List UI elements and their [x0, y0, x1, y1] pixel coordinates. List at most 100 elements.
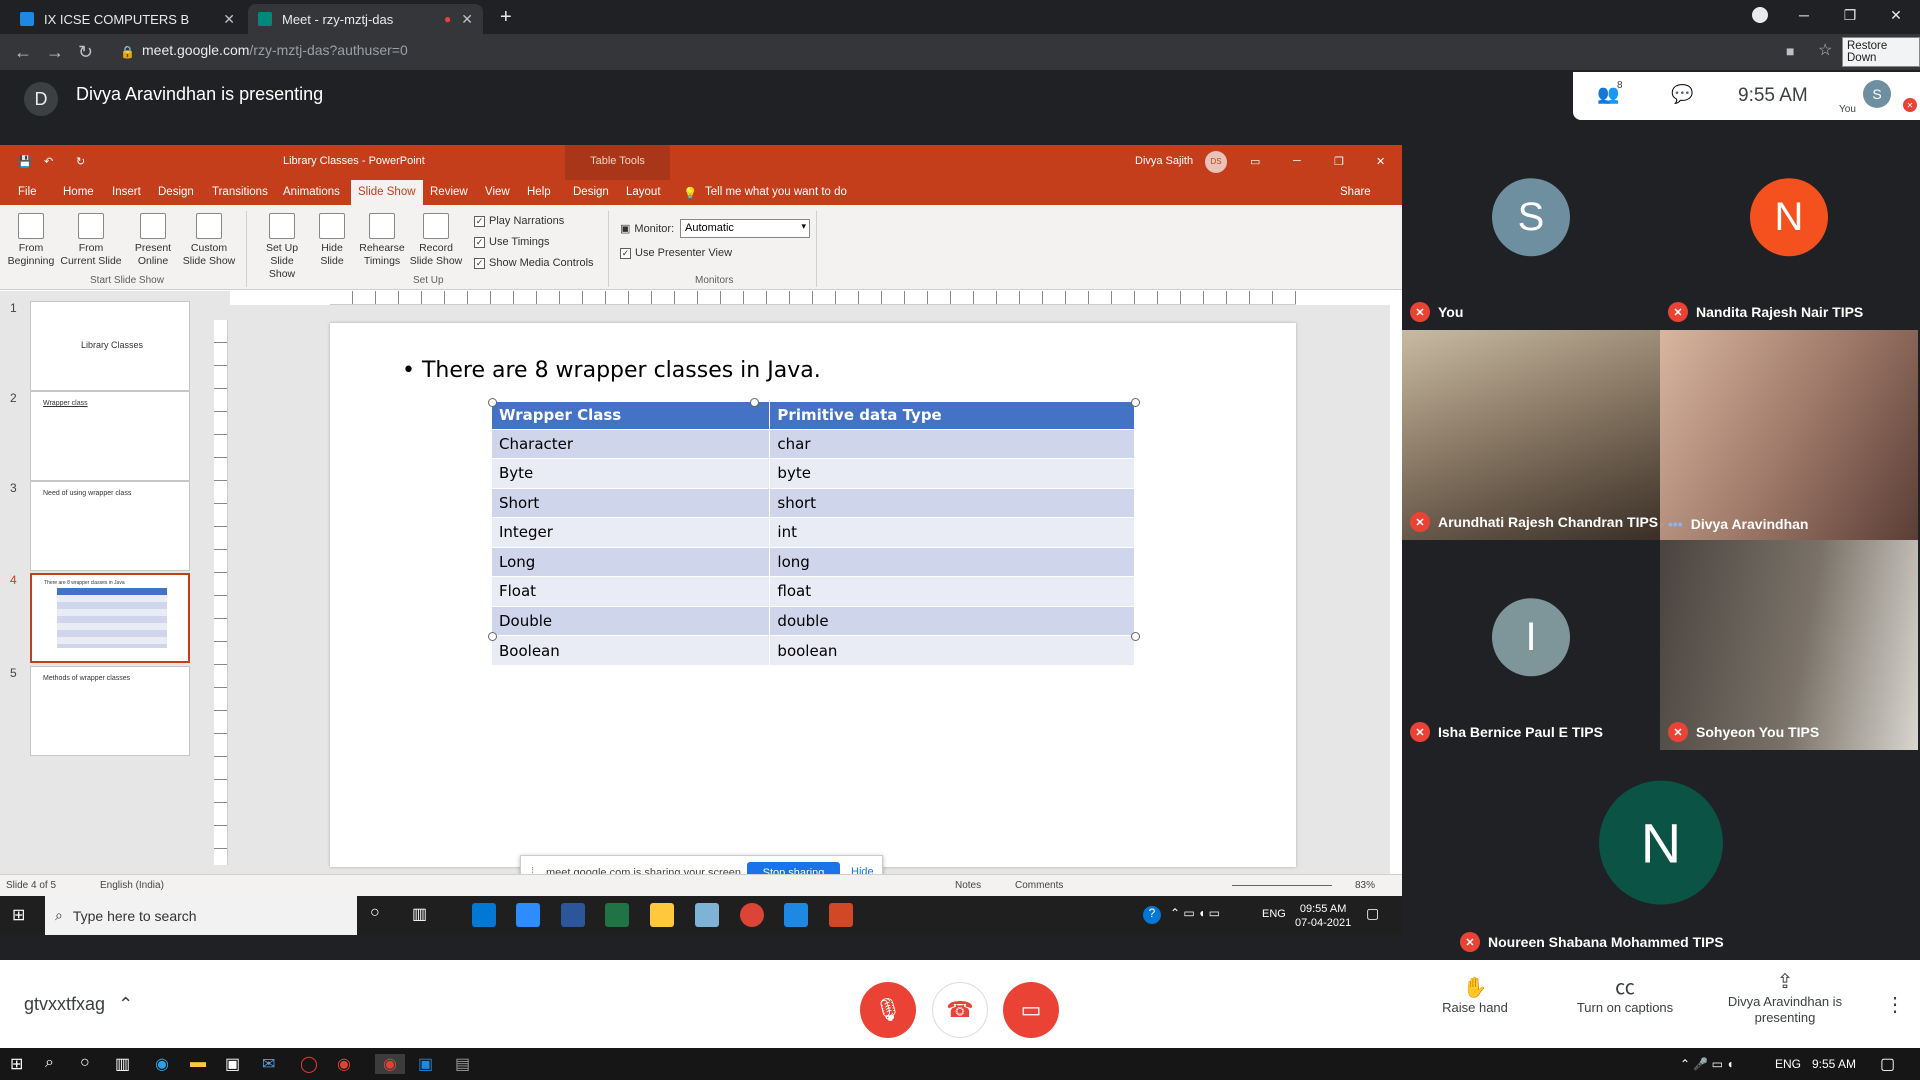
zoom-icon[interactable]	[516, 903, 540, 927]
close-window-button[interactable]: ✕	[1873, 0, 1919, 30]
chrome-icon[interactable]: ◉	[337, 1054, 351, 1074]
slide-canvas[interactable]: • There are 8 wrapper classes in Java. W…	[330, 323, 1296, 867]
show-media-checkbox[interactable]: ✓ Show Media Controls	[474, 257, 594, 269]
zoom-slider[interactable]	[1232, 885, 1332, 886]
share-button[interactable]: Share	[1340, 186, 1371, 198]
avatar[interactable]: S	[1863, 80, 1891, 108]
tab-search-icon[interactable]	[1752, 7, 1768, 23]
tab-insert[interactable]: Insert	[112, 186, 141, 198]
mail-icon[interactable]: ✉	[262, 1054, 275, 1074]
participant-tile[interactable]: I ✕ Isha Bernice Paul E TIPS	[1402, 540, 1660, 750]
word-icon[interactable]	[561, 903, 585, 927]
edge-icon[interactable]: ◉	[155, 1054, 169, 1074]
notes-button[interactable]: Notes	[955, 880, 981, 891]
slide-thumbnail[interactable]: Library Classes	[30, 301, 190, 391]
table-cell[interactable]: Double	[492, 605, 771, 636]
restore-button[interactable]: ❐	[1827, 0, 1873, 30]
powerpoint-icon[interactable]	[829, 903, 853, 927]
mic-toggle-button[interactable]: 🎙	[860, 982, 916, 1038]
tab-slide-show[interactable]: Slide Show	[351, 180, 423, 205]
table-cell[interactable]: Integer	[492, 517, 771, 547]
participant-tile[interactable]: N ✕ Noureen Shabana Mohammed TIPS	[1452, 750, 1870, 960]
tab-view[interactable]: View	[485, 186, 510, 198]
tray-icons[interactable]: ⌃ ▭ ◖ ▭	[1170, 906, 1220, 920]
chrome-active-icon[interactable]: ◉	[375, 1054, 405, 1074]
task-view-icon[interactable]: ▥	[412, 904, 427, 924]
participant-tile[interactable]: N ✕ Nandita Rajesh Nair TIPS	[1660, 120, 1918, 330]
tab-meet[interactable]: Meet - rzy-mztj-das ● ✕	[248, 4, 483, 34]
table-cell[interactable]: boolean	[769, 635, 1135, 665]
table-header[interactable]: Primitive data Type	[769, 402, 1135, 429]
table-cell[interactable]: char	[769, 428, 1135, 459]
save-icon[interactable]: 💾	[18, 155, 32, 168]
tab-design[interactable]: Design	[158, 186, 194, 198]
tab-file[interactable]: File	[18, 186, 37, 198]
table-cell[interactable]: long	[769, 546, 1135, 577]
table-cell[interactable]: byte	[769, 458, 1135, 488]
table-cell[interactable]: double	[769, 605, 1135, 636]
task-view-icon[interactable]: ▥	[115, 1054, 130, 1074]
tab-transitions[interactable]: Transitions	[212, 186, 268, 198]
taskbar-clock[interactable]: 09:55 AM 07-04-2021	[1295, 902, 1351, 930]
photos-icon[interactable]: ▣	[418, 1054, 433, 1074]
slide-thumbnail[interactable]: Wrapper class	[30, 391, 190, 481]
comments-button[interactable]: Comments	[1015, 880, 1063, 891]
tab-help[interactable]: Help	[527, 186, 551, 198]
back-icon[interactable]: ←	[14, 42, 32, 63]
zoom-level[interactable]: 83%	[1355, 880, 1375, 891]
host-lang[interactable]: ENG	[1775, 1057, 1801, 1071]
windows-start-icon[interactable]: ⊞	[10, 1054, 23, 1074]
from-beginning-button[interactable]: From Beginning	[6, 213, 56, 268]
user-name[interactable]: Divya Sajith	[1135, 155, 1193, 167]
participant-tile[interactable]: ••• Divya Aravindhan	[1660, 330, 1918, 540]
file-explorer-icon[interactable]: ▬	[190, 1054, 206, 1072]
table-header[interactable]: Wrapper Class	[492, 402, 771, 429]
leave-call-button[interactable]: ☎	[932, 982, 988, 1038]
chrome-icon[interactable]	[740, 903, 764, 927]
search-icon[interactable]: ⌕	[45, 1054, 54, 1072]
slide-thumbnail[interactable]: Need of using wrapper class	[30, 481, 190, 571]
presenter-view-checkbox[interactable]: ✓ Use Presenter View	[620, 247, 732, 259]
restore-button[interactable]: ❐	[1334, 155, 1344, 168]
close-icon[interactable]: ✕	[223, 11, 235, 28]
participant-tile[interactable]: ✕ Arundhati Rajesh Chandran TIPS	[1402, 330, 1660, 540]
close-icon[interactable]: ✕	[461, 11, 473, 28]
participant-tile[interactable]: ✕ Sohyeon You TIPS	[1660, 540, 1918, 750]
windows-start-icon[interactable]: ⊞	[12, 905, 25, 925]
table-cell[interactable]: Long	[492, 546, 771, 577]
notification-icon[interactable]: ▢	[1880, 1054, 1895, 1074]
from-current-button[interactable]: From Current Slide	[60, 213, 122, 268]
table-cell[interactable]: Character	[492, 428, 771, 459]
host-clock[interactable]: 9:55 AM	[1812, 1057, 1856, 1071]
help-icon[interactable]: ?	[1143, 906, 1161, 924]
record-button[interactable]: Record Slide Show	[408, 213, 464, 268]
taskbar-search[interactable]: ⌕ Type here to search	[45, 896, 357, 935]
raise-hand-button[interactable]: ✋ Raise hand	[1430, 978, 1520, 1016]
table-cell[interactable]: int	[769, 517, 1135, 547]
table-cell[interactable]: float	[769, 576, 1135, 606]
reload-icon[interactable]: ↻	[78, 42, 93, 63]
custom-show-button[interactable]: Custom Slide Show	[178, 213, 240, 268]
tab-home[interactable]: Home	[63, 186, 94, 198]
language[interactable]: English (India)	[100, 880, 164, 891]
resize-handle[interactable]	[488, 632, 497, 641]
resize-handle[interactable]	[1131, 398, 1140, 407]
close-button[interactable]: ✕	[1376, 155, 1385, 168]
more-options-icon[interactable]: ⋮	[1885, 992, 1905, 1017]
table-cell[interactable]: Short	[492, 487, 771, 518]
setup-show-button[interactable]: Set Up Slide Show	[256, 213, 308, 281]
slide-thumbnail[interactable]: Methods of wrapper classes	[30, 666, 190, 756]
notepad-icon[interactable]: ▤	[455, 1054, 470, 1074]
slide-thumbnail-active[interactable]: There are 8 wrapper classes in Java	[30, 573, 190, 663]
cortana-icon[interactable]: ○	[370, 904, 380, 922]
participant-tile[interactable]: S ✕ You	[1402, 120, 1660, 330]
opera-icon[interactable]: ◯	[300, 1054, 318, 1074]
minimize-button[interactable]: ─	[1781, 0, 1827, 30]
monitor-select[interactable]: Automatic ▾	[680, 219, 810, 238]
redo-icon[interactable]: ↻	[76, 155, 85, 168]
present-online-button[interactable]: Present Online	[130, 213, 176, 268]
tab-animations[interactable]: Animations	[283, 186, 340, 198]
excel-icon[interactable]	[605, 903, 629, 927]
minimize-button[interactable]: ─	[1293, 155, 1301, 167]
notification-icon[interactable]: ▢	[1366, 905, 1379, 922]
